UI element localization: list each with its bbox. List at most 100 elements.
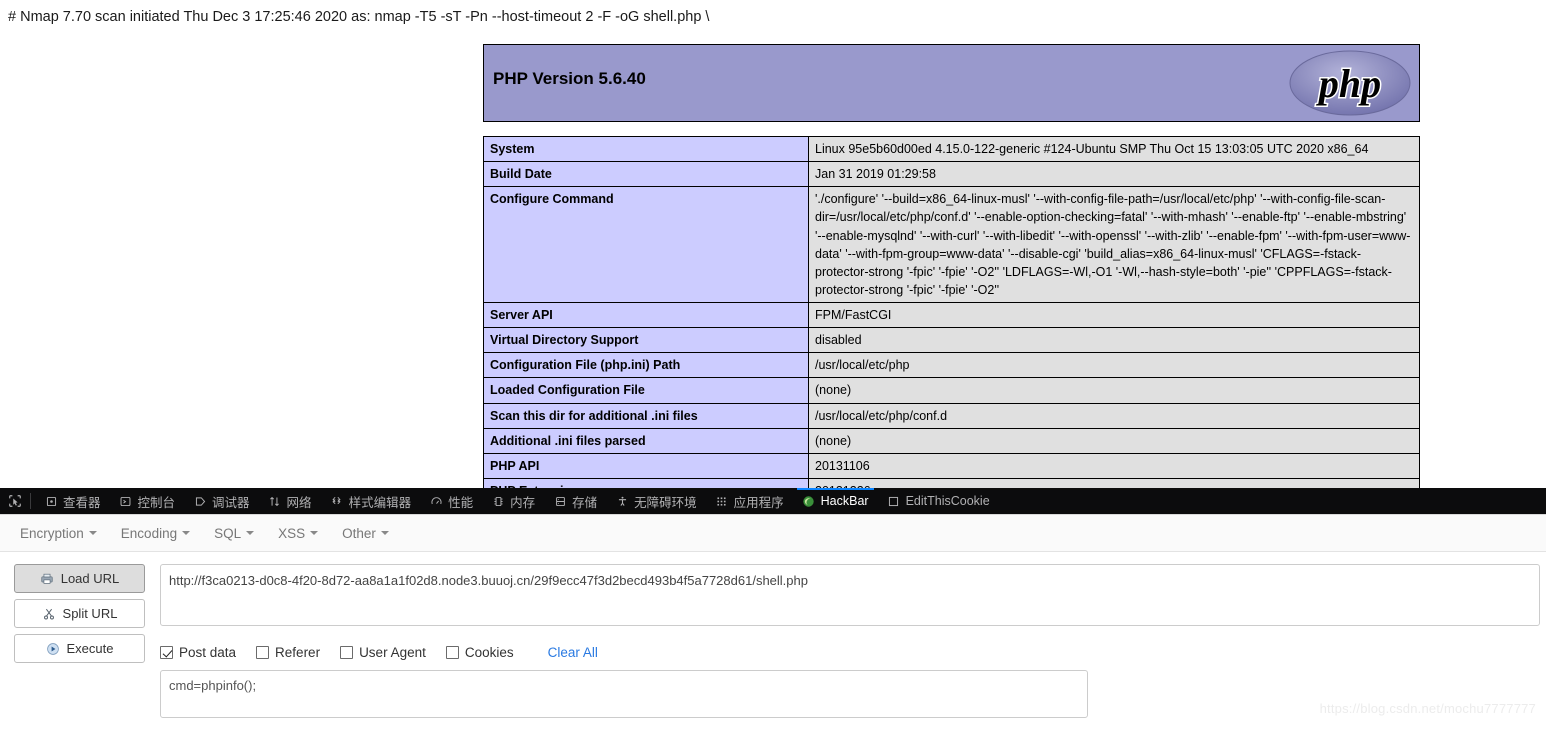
tab-debugger[interactable]: 调试器	[184, 488, 259, 514]
tab-label: 网络	[286, 495, 312, 510]
network-icon	[268, 494, 282, 508]
row-value: 20131226	[808, 477, 1420, 488]
tab-label: 无障碍环境	[634, 495, 697, 510]
row-value: /usr/local/etc/php	[808, 352, 1420, 379]
load-url-button[interactable]: Load URL	[14, 564, 145, 593]
menu-label: XSS	[278, 525, 306, 541]
row-value: (none)	[808, 427, 1420, 454]
option-label: Referer	[275, 645, 321, 660]
option-label: Post data	[179, 645, 237, 660]
chevron-down-icon	[88, 531, 97, 535]
tab-label: 查看器	[63, 495, 101, 510]
button-label: Execute	[66, 641, 114, 656]
row-value: './configure' '--build=x86_64-linux-musl…	[808, 186, 1420, 303]
option-user-agent[interactable]: User Agent	[340, 645, 426, 660]
php-version-title: PHP Version 5.6.40	[493, 69, 646, 88]
row-key: Configuration File (php.ini) Path	[483, 352, 809, 379]
element-picker-icon[interactable]	[0, 488, 30, 514]
tab-hackbar[interactable]: HackBar	[793, 488, 878, 514]
checkbox-cookies[interactable]	[445, 646, 459, 659]
tab-label: 性能	[448, 495, 474, 510]
row-key: PHP API	[483, 452, 809, 479]
menu-label: Other	[342, 525, 376, 541]
storage-icon	[553, 494, 567, 508]
tab-performance[interactable]: 性能	[420, 488, 482, 514]
tab-inspector[interactable]: 查看器	[35, 488, 110, 514]
option-label: Cookies	[464, 645, 514, 660]
phpinfo-output: PHP Version 5.6.40 php System Linux 95e5…	[483, 44, 1420, 488]
tab-network[interactable]: 网络	[259, 488, 321, 514]
phpinfo-core-table: System Linux 95e5b60d00ed 4.15.0-122-gen…	[483, 135, 1420, 488]
tab-label: 控制台	[137, 495, 176, 510]
checkbox-post-data[interactable]	[160, 646, 173, 659]
row-key: Additional .ini files parsed	[483, 427, 809, 454]
row-key: PHP Extension	[483, 477, 809, 488]
table-row: System Linux 95e5b60d00ed 4.15.0-122-gen…	[483, 135, 1420, 163]
tab-memory[interactable]: 内存	[482, 488, 544, 514]
execute-button[interactable]: Execute	[14, 634, 145, 663]
toolbar-divider	[30, 493, 31, 509]
row-key: Virtual Directory Support	[483, 327, 809, 354]
button-label: Split URL	[62, 606, 118, 621]
table-row: Virtual Directory Support disabled	[483, 327, 1420, 354]
chevron-down-icon	[310, 531, 319, 535]
tab-label: 内存	[510, 495, 536, 510]
tab-storage[interactable]: 存储	[544, 488, 606, 514]
split-url-button[interactable]: Split URL	[14, 599, 145, 628]
checkbox-referer[interactable]	[256, 646, 270, 659]
option-cookies[interactable]: Cookies	[445, 645, 514, 660]
chevron-down-icon	[246, 531, 255, 535]
url-input[interactable]	[160, 564, 1540, 626]
application-icon	[715, 494, 729, 508]
menu-other[interactable]: Other	[338, 523, 393, 544]
hackbar-icon	[802, 494, 816, 508]
hackbar-menubar: Encryption Encoding SQL XSS Other	[0, 515, 1546, 552]
menu-sql[interactable]: SQL	[210, 523, 258, 544]
row-value: disabled	[808, 327, 1420, 354]
tab-application[interactable]: 应用程序	[706, 488, 793, 514]
debugger-icon	[193, 494, 207, 508]
table-row: PHP API 20131106	[483, 452, 1420, 479]
tab-editthiscookie[interactable]: EditThisCookie	[878, 488, 999, 514]
row-value: (none)	[808, 377, 1420, 404]
row-value: Linux 95e5b60d00ed 4.15.0-122-generic #1…	[808, 135, 1420, 163]
tab-style-editor[interactable]: 样式编辑器	[321, 488, 421, 514]
tab-console[interactable]: 控制台	[110, 488, 185, 514]
tab-label: 应用程序	[733, 495, 784, 510]
performance-icon	[429, 494, 443, 508]
php-version-header: PHP Version 5.6.40 php	[483, 44, 1420, 122]
screenshot-root: # Nmap 7.70 scan initiated Thu Dec 3 17:…	[0, 0, 1546, 731]
checkbox-user-agent[interactable]	[340, 646, 354, 659]
table-row: Scan this dir for additional .ini files …	[483, 402, 1420, 429]
tab-label: 调试器	[212, 495, 250, 510]
hackbar-body: Load URL Split URL Execute http://f3ca02…	[0, 552, 1546, 723]
row-value: Jan 31 2019 01:29:58	[808, 161, 1420, 188]
load-url-icon	[40, 571, 55, 586]
row-value: /usr/local/etc/php/conf.d	[808, 402, 1420, 429]
table-row: Configuration File (php.ini) Path /usr/l…	[483, 352, 1420, 379]
hackbar-panel: Encryption Encoding SQL XSS Other Load U…	[0, 514, 1546, 731]
browser-content-area: # Nmap 7.70 scan initiated Thu Dec 3 17:…	[0, 0, 1546, 488]
tab-label: EditThisCookie	[905, 494, 990, 508]
tab-accessibility[interactable]: 无障碍环境	[606, 488, 706, 514]
post-data-input[interactable]	[160, 670, 1088, 718]
hackbar-options-row: Post data Referer User Agent Cookies Cle…	[160, 645, 1546, 660]
menu-encoding[interactable]: Encoding	[117, 523, 194, 544]
menu-xss[interactable]: XSS	[274, 523, 322, 544]
row-key: Loaded Configuration File	[483, 377, 809, 404]
console-icon	[119, 494, 133, 508]
option-label: User Agent	[359, 645, 426, 660]
row-key: Server API	[483, 301, 809, 329]
memory-icon	[491, 494, 505, 508]
clear-all-link[interactable]: Clear All	[548, 645, 598, 660]
option-post-data[interactable]: Post data	[160, 645, 236, 660]
row-key: Scan this dir for additional .ini files	[483, 402, 809, 429]
php-logo-icon: php	[1288, 48, 1413, 118]
editthiscookie-icon	[887, 494, 901, 508]
row-key: System	[483, 135, 809, 163]
tab-label: 存储	[572, 495, 598, 510]
option-referer[interactable]: Referer	[256, 645, 320, 660]
menu-encryption[interactable]: Encryption	[16, 523, 101, 544]
row-key: Build Date	[483, 161, 809, 188]
row-value: FPM/FastCGI	[808, 301, 1420, 329]
